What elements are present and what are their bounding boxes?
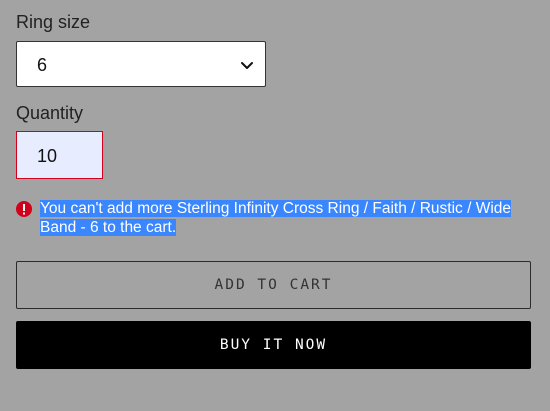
error-message-text: You can't add more Sterling Infinity Cro… xyxy=(40,200,512,236)
ring-size-label: Ring size xyxy=(16,12,91,32)
error-icon xyxy=(16,201,32,217)
buy-it-now-button[interactable]: BUY IT NOW xyxy=(16,321,531,369)
add-to-cart-button[interactable]: ADD TO CART xyxy=(16,261,531,309)
error-message: You can't add more Sterling Infinity Cro… xyxy=(40,199,520,237)
quantity-label: Quantity xyxy=(16,103,84,123)
quantity-value: 10 xyxy=(37,146,58,166)
ring-size-select[interactable]: 6 xyxy=(16,41,266,87)
chevron-down-icon xyxy=(241,62,253,69)
quantity-input[interactable]: 10 xyxy=(16,131,103,179)
ring-size-selected-value: 6 xyxy=(37,55,48,75)
